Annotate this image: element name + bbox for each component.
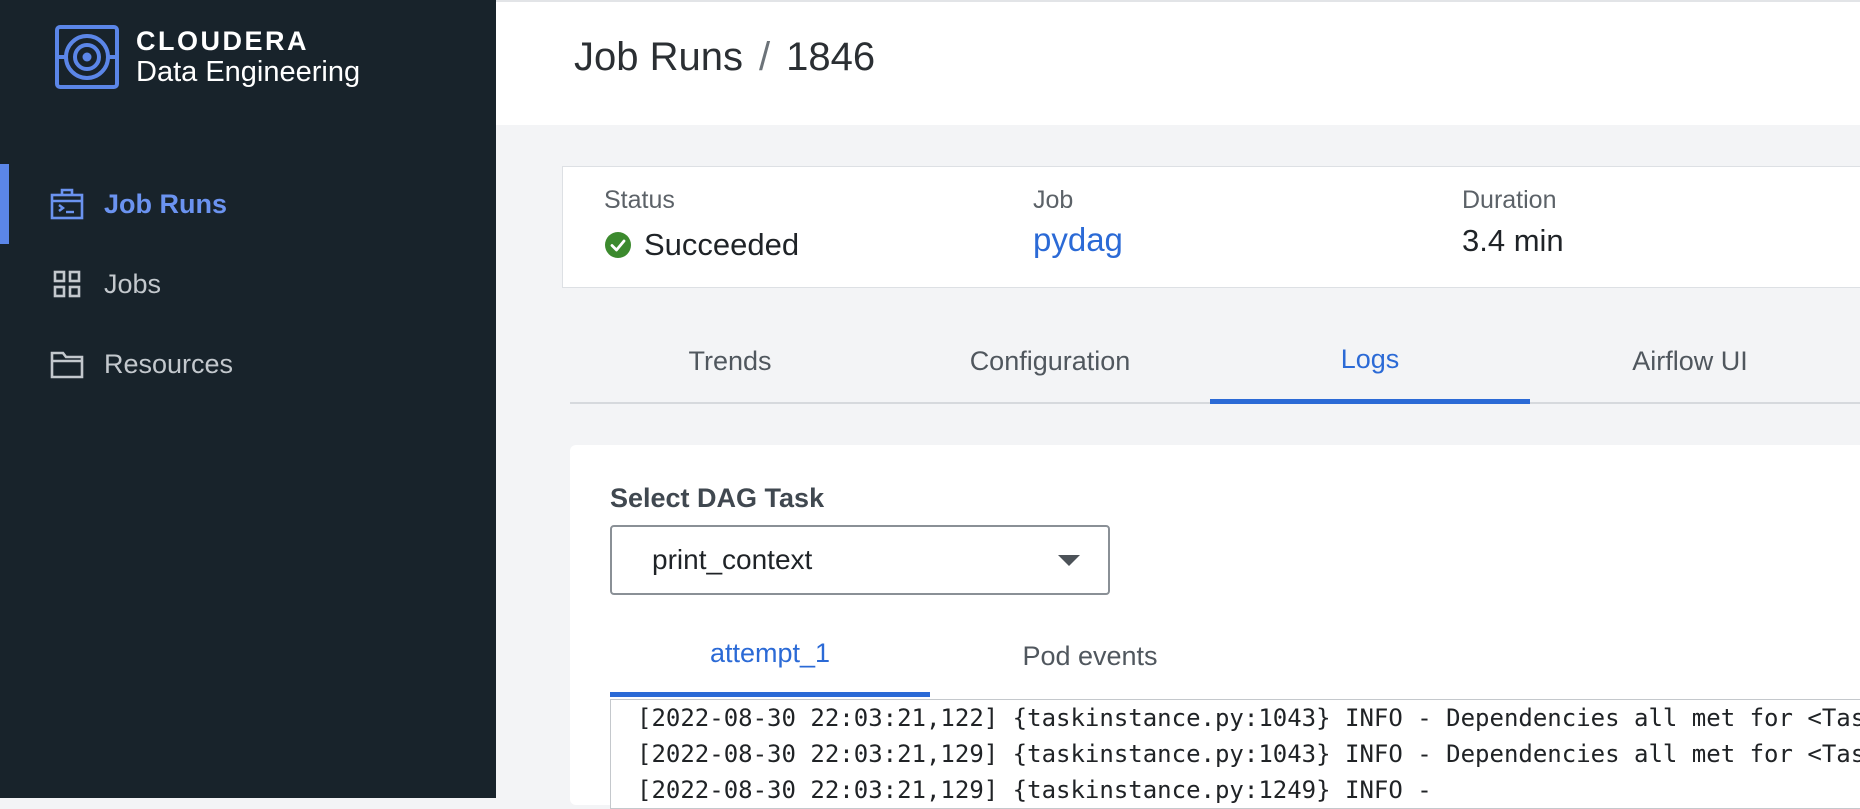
dag-task-label: Select DAG Task bbox=[610, 483, 825, 513]
sidebar-item-resources[interactable]: Resources bbox=[0, 324, 496, 404]
page-header: Job Runs / 1846 bbox=[496, 0, 1860, 125]
tab-airflow-ui[interactable]: Airflow UI bbox=[1530, 320, 1850, 402]
job-label: Job bbox=[1033, 186, 1074, 214]
sidebar: CLOUDERA Data Engineering Job Runs Jobs … bbox=[0, 0, 496, 798]
tab-trends[interactable]: Trends bbox=[570, 320, 890, 402]
job-link[interactable]: pydag bbox=[1033, 221, 1123, 259]
brand-product: Data Engineering bbox=[136, 56, 361, 88]
sidebar-nav: Job Runs Jobs Resources bbox=[0, 164, 496, 404]
brand[interactable]: CLOUDERA Data Engineering bbox=[55, 25, 360, 89]
sidebar-item-label: Jobs bbox=[104, 268, 162, 299]
status-value: Succeeded bbox=[644, 227, 800, 262]
breadcrumb-parent-link[interactable]: Job Runs bbox=[574, 35, 743, 80]
duration-value: 3.4 min bbox=[1462, 223, 1564, 258]
tab-attempt-1[interactable]: attempt_1 bbox=[610, 615, 930, 697]
cloudera-logo-icon bbox=[55, 25, 119, 89]
tab-configuration[interactable]: Configuration bbox=[890, 320, 1210, 402]
grid-icon bbox=[50, 267, 84, 301]
tab-pod-events[interactable]: Pod events bbox=[930, 615, 1250, 697]
log-line: [2022-08-30 22:03:21,122] {taskinstance.… bbox=[637, 704, 1860, 732]
breadcrumb-current: 1846 bbox=[786, 35, 876, 79]
sidebar-item-job-runs[interactable]: Job Runs bbox=[0, 164, 496, 244]
sidebar-item-jobs[interactable]: Jobs bbox=[0, 244, 496, 324]
status-label: Status bbox=[604, 186, 675, 214]
run-tabs: Trends Configuration Logs Airflow UI bbox=[570, 320, 1860, 404]
dag-task-select[interactable]: print_context bbox=[610, 525, 1110, 595]
log-line: [2022-08-30 22:03:21,129] {taskinstance.… bbox=[637, 740, 1860, 768]
log-line: [2022-08-30 22:03:21,129] {taskinstance.… bbox=[637, 776, 1432, 804]
duration-label: Duration bbox=[1462, 186, 1557, 214]
sidebar-item-label: Job Runs bbox=[104, 188, 228, 219]
logs-panel: Select DAG Task print_context attempt_1 … bbox=[570, 445, 1860, 809]
job-runs-icon bbox=[50, 187, 84, 221]
log-subtabs: attempt_1 Pod events bbox=[610, 615, 1210, 697]
check-circle-icon bbox=[605, 232, 631, 258]
log-output[interactable]: [2022-08-30 22:03:21,122] {taskinstance.… bbox=[610, 699, 1860, 809]
run-summary-card: Status Succeeded Job pydag Duration 3.4 … bbox=[562, 166, 1860, 288]
breadcrumb-separator: / bbox=[758, 35, 771, 79]
dag-task-selected-value: print_context bbox=[652, 544, 813, 575]
folder-icon bbox=[50, 347, 84, 381]
brand-name: CLOUDERA bbox=[136, 26, 309, 56]
caret-down-icon bbox=[1058, 554, 1080, 566]
tab-logs[interactable]: Logs bbox=[1210, 320, 1530, 404]
sidebar-item-label: Resources bbox=[104, 348, 234, 379]
breadcrumb: Job Runs / 1846 bbox=[574, 35, 875, 80]
